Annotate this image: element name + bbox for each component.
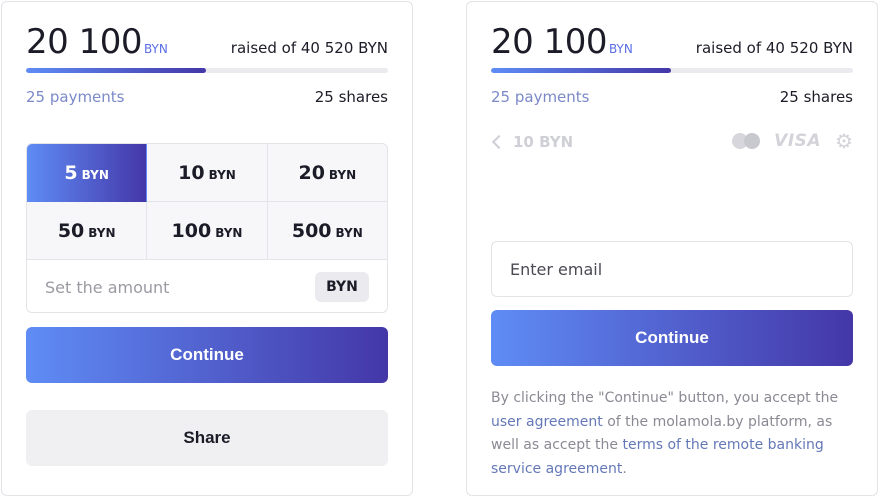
amount-options: 5BYN 10BYN 20BYN 50BYN 100BYN 500BYN BYN — [26, 143, 388, 313]
payment-card: 20 100 BYN raised of 40 520 BYN 25 paymen… — [466, 1, 878, 496]
legal-text: By clicking the "Continue" button, you a… — [491, 387, 855, 481]
user-agreement-link[interactable]: user agreement — [491, 414, 603, 430]
progress-fill — [26, 68, 206, 73]
goal-text: raised of 40 520 BYN — [230, 39, 388, 57]
amount-value: 5 — [64, 161, 78, 184]
continue-button[interactable]: Continue — [491, 310, 853, 366]
progress-bar — [26, 68, 388, 73]
amount-option-500[interactable]: 500 BYN — [267, 202, 387, 260]
amount-value: 20 — [298, 161, 325, 184]
chevron-left-icon — [491, 134, 507, 150]
amount-option-50[interactable]: 50 BYN — [27, 202, 148, 260]
amount-header: 20 100 BYN raised of 40 520 BYN — [26, 22, 388, 62]
amount-currency: BYN — [215, 225, 243, 240]
amount-row: 5 BYN 10 BYN 20 BYN — [27, 144, 387, 202]
amount-value: 10 — [178, 161, 205, 184]
raised-amount-currency: BYN — [143, 42, 168, 56]
amount-option-5[interactable]: 5 BYN — [27, 144, 148, 202]
share-button[interactable]: Share — [26, 410, 388, 466]
amount-row: 50 BYN 100 BYN 500 BYN — [27, 202, 387, 260]
amount-value: 500 — [291, 219, 332, 242]
shares-count: 25 shares — [314, 88, 388, 106]
raised-amount: 20 100 BYN — [26, 22, 168, 62]
visa-icon: VISA — [774, 131, 822, 151]
shares-count: 25 shares — [779, 88, 853, 106]
amount-currency: BYN — [81, 167, 109, 182]
gear-icon[interactable]: ⚙ — [835, 131, 853, 151]
payment-methods: VISA ⚙ — [732, 130, 853, 152]
progress-fill — [491, 68, 671, 73]
amount-option-100[interactable]: 100 BYN — [147, 202, 268, 260]
selected-amount: 10 BYN — [513, 133, 574, 151]
mastercard-icon — [732, 133, 761, 149]
back-button[interactable]: 10 BYN — [491, 132, 573, 152]
custom-amount-row: BYN — [27, 260, 387, 312]
raised-amount-currency: BYN — [608, 42, 633, 56]
currency-badge: BYN — [315, 272, 369, 302]
progress-bar — [491, 68, 853, 73]
donation-card: 20 100 BYN raised of 40 520 BYN 25 paymen… — [1, 1, 413, 496]
payments-count: 25 payments — [491, 88, 590, 106]
amount-currency: BYN — [328, 167, 357, 182]
raised-amount-value: 20 100 — [26, 22, 142, 62]
legal-text-part: By clicking the "Continue" button, you a… — [491, 390, 839, 406]
payments-count: 25 payments — [26, 88, 125, 106]
amount-currency: BYN — [88, 225, 116, 240]
amount-option-10[interactable]: 10 BYN — [147, 144, 268, 202]
amount-value: 100 — [171, 219, 212, 242]
amount-value: 50 — [57, 219, 85, 242]
email-field[interactable] — [491, 241, 853, 297]
amount-option-20[interactable]: 20 BYN — [267, 144, 387, 202]
amount-currency: BYN — [208, 167, 236, 182]
raised-amount-value: 20 100 — [491, 22, 607, 62]
legal-text-part: . — [622, 460, 627, 477]
stats-row: 25 payments 25 shares — [26, 88, 388, 108]
amount-header: 20 100 BYN raised of 40 520 BYN — [491, 22, 853, 62]
amount-currency: BYN — [335, 225, 363, 240]
goal-text: raised of 40 520 BYN — [695, 39, 853, 57]
raised-amount: 20 100 BYN — [491, 22, 633, 62]
stats-row: 25 payments 25 shares — [491, 88, 853, 108]
custom-amount-input[interactable] — [45, 278, 295, 297]
continue-button[interactable]: Continue — [26, 327, 388, 383]
